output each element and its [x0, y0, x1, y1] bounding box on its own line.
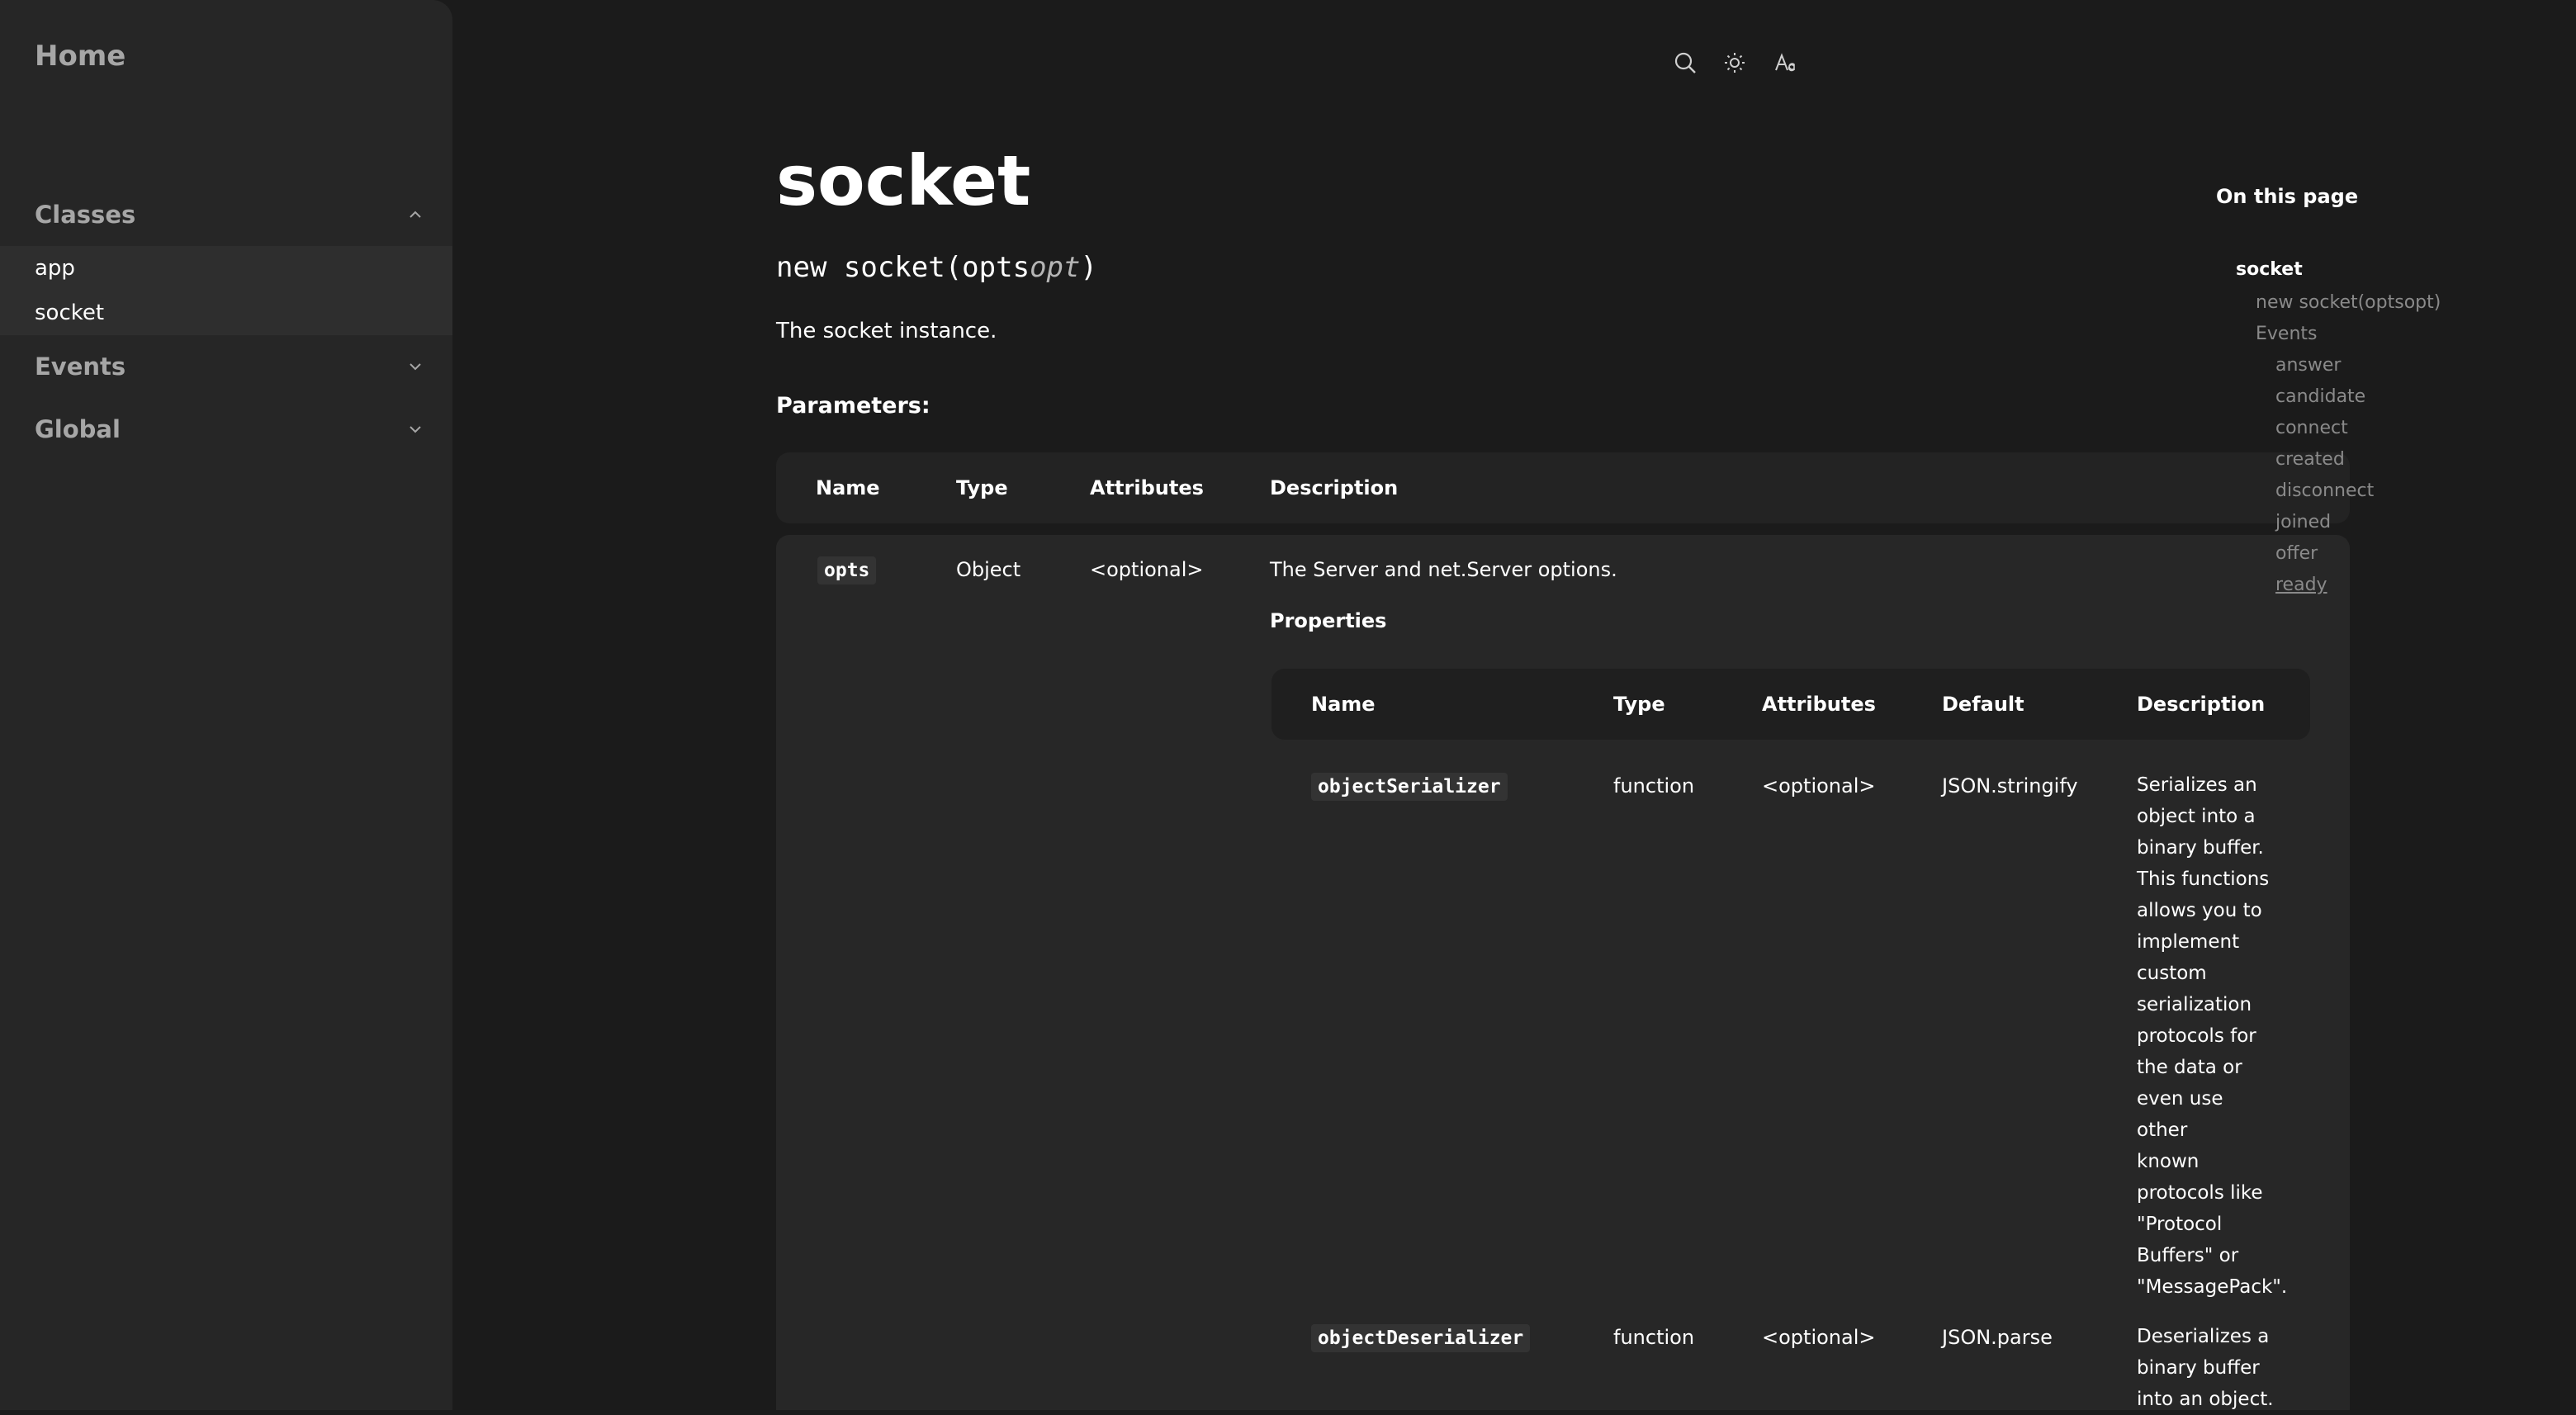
toc-title: On this page: [2216, 185, 2359, 208]
description-line: known: [2137, 1151, 2200, 1172]
property-description: Deserializes a binary buffer into an obj…: [2137, 1321, 2277, 1415]
param-name: opts: [817, 556, 877, 584]
chevron-up-icon: [410, 211, 421, 218]
description-line: the data or: [2137, 1057, 2242, 1078]
search-icon[interactable]: [1673, 50, 1698, 75]
column-header-description: Description: [1270, 476, 1399, 499]
parameters-heading: Parameters:: [776, 393, 930, 419]
sidebar-section-global[interactable]: Global: [35, 403, 423, 456]
param-type: Object: [956, 558, 1021, 581]
description-line: custom: [2137, 963, 2207, 984]
property-attributes: <optional>: [1762, 774, 1876, 797]
description-line: allows you to: [2137, 900, 2262, 921]
description-line: binary buffer: [2137, 1357, 2260, 1379]
properties-heading: Properties: [1270, 609, 1387, 632]
description-line: Deserializes a: [2137, 1326, 2270, 1347]
class-description: The socket instance.: [776, 319, 997, 343]
description-line: serialization: [2137, 994, 2252, 1015]
constructor-signature: new socket(optsopt): [776, 251, 1097, 284]
description-line: This functions: [2137, 868, 2270, 890]
toc-item-created[interactable]: created: [2275, 449, 2345, 470]
home-link[interactable]: Home: [35, 40, 125, 73]
toc-item-disconnect[interactable]: disconnect: [2275, 480, 2374, 501]
param-name-code: opts: [817, 556, 877, 584]
property-attributes: <optional>: [1762, 1326, 1876, 1349]
toc-item-constructor[interactable]: new socket(optsopt): [2256, 292, 2441, 313]
toc-item-socket[interactable]: socket: [2236, 259, 2303, 280]
toc-item-ready[interactable]: ready: [2275, 575, 2327, 595]
description-line: protocols like: [2137, 1182, 2263, 1204]
column-header-name: Name: [1311, 693, 1376, 716]
property-name: objectSerializer: [1311, 773, 1508, 801]
property-name: objectDeserializer: [1311, 1324, 1531, 1352]
sidebar-section-label: Classes: [35, 201, 136, 229]
sidebar-section-classes[interactable]: Classes: [35, 188, 423, 241]
column-header-type: Type: [956, 476, 1008, 499]
column-header-description: Description: [2137, 693, 2266, 716]
property-description: Serializes an object into a binary buffe…: [2137, 769, 2288, 1303]
property-default: JSON.stringify: [1942, 774, 2078, 797]
toc-item-candidate[interactable]: candidate: [2275, 386, 2365, 407]
column-header-default: Default: [1942, 693, 2024, 716]
property-name-code: objectSerializer: [1311, 773, 1508, 801]
sidebar-section-label: Global: [35, 415, 121, 443]
description-line: Serializes an: [2137, 774, 2257, 796]
description-line: binary buffer.: [2137, 837, 2264, 859]
sidebar-item-app[interactable]: app: [35, 256, 75, 281]
toc-item-joined[interactable]: joined: [2275, 512, 2331, 532]
sidebar-section-events[interactable]: Events: [35, 340, 423, 393]
page-title: socket: [776, 140, 1031, 221]
signature-prefix: new socket(: [776, 251, 963, 284]
signature-optional: opt: [1030, 251, 1081, 284]
theme-icon[interactable]: [1722, 50, 1747, 75]
font-size-icon[interactable]: [1773, 50, 1798, 75]
params-table-row: [776, 535, 2350, 1410]
description-line: even use other: [2137, 1088, 2223, 1141]
column-header-name: Name: [816, 476, 880, 499]
params-table-header: Name Type Attributes Description: [776, 452, 2350, 523]
description-line: object into a: [2137, 806, 2256, 827]
column-header-attributes: Attributes: [1090, 476, 1204, 499]
toc-item-answer[interactable]: answer: [2275, 355, 2341, 376]
param-attributes: <optional>: [1090, 558, 1204, 581]
properties-table-header: Name Type Attributes Default Description: [1271, 669, 2310, 740]
description-line: protocols for: [2137, 1025, 2256, 1047]
description-line: into an object.: [2137, 1389, 2274, 1410]
property-type: function: [1613, 1326, 1695, 1349]
signature-suffix: ): [1080, 251, 1097, 284]
property-name-code: objectDeserializer: [1311, 1324, 1531, 1352]
column-header-attributes: Attributes: [1762, 693, 1876, 716]
description-line: "MessagePack".: [2137, 1276, 2288, 1298]
property-type: function: [1613, 774, 1695, 797]
signature-param: opts: [962, 251, 1030, 284]
description-line: implement: [2137, 931, 2240, 953]
column-header-type: Type: [1613, 693, 1665, 716]
toc-item-events[interactable]: Events: [2256, 324, 2318, 344]
chevron-down-icon: [410, 363, 421, 371]
sidebar-section-label: Events: [35, 353, 126, 381]
description-line: Buffers" or: [2137, 1245, 2239, 1266]
chevron-down-icon: [410, 426, 421, 433]
sidebar-item-socket[interactable]: socket: [35, 301, 104, 325]
toc-item-connect[interactable]: connect: [2275, 418, 2348, 438]
param-description: The Server and net.Server options.: [1270, 558, 1617, 581]
property-default: JSON.parse: [1942, 1326, 2053, 1349]
description-line: "Protocol: [2137, 1214, 2223, 1235]
toc-item-offer[interactable]: offer: [2275, 543, 2318, 564]
